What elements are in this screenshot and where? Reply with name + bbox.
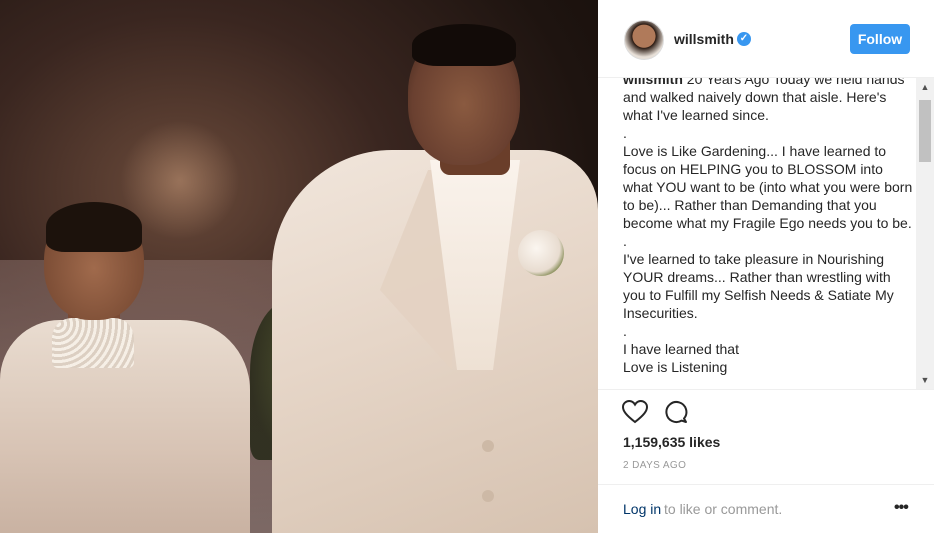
- jacket-button: [482, 490, 494, 502]
- pearl-collar: [52, 318, 134, 368]
- jacket-button: [482, 440, 494, 452]
- caption-line: I've learned to take pleasure in Nourish…: [623, 251, 894, 321]
- more-options-icon[interactable]: •••: [894, 499, 909, 517]
- post-timestamp[interactable]: 2 DAYS AGO: [623, 460, 686, 471]
- caption-line: Love is Listening: [623, 359, 728, 375]
- verified-badge-icon: ✓: [737, 32, 751, 46]
- login-link[interactable]: Log in: [623, 501, 661, 517]
- follow-button[interactable]: Follow: [850, 24, 910, 54]
- heart-icon[interactable]: [622, 400, 648, 424]
- bride-hair: [46, 202, 142, 252]
- username-link[interactable]: willsmith: [674, 31, 734, 47]
- caption-username[interactable]: willsmith: [623, 78, 683, 87]
- scroll-thumb[interactable]: [919, 100, 931, 162]
- caption-line: .: [623, 233, 627, 249]
- boutonniere-flower: [518, 230, 564, 276]
- caption-scrollbar[interactable]: ▲ ▼: [916, 78, 934, 389]
- post-header: willsmith ✓ Follow: [598, 0, 934, 78]
- login-prompt-text: to like or comment.: [664, 501, 783, 517]
- scroll-up-icon[interactable]: ▲: [916, 78, 934, 96]
- avatar[interactable]: [624, 20, 664, 60]
- groom-hair: [412, 24, 516, 66]
- comment-icon[interactable]: [664, 400, 688, 424]
- likes-count[interactable]: 1,159,635 likes: [623, 434, 720, 450]
- caption-scroll-area[interactable]: willsmith 20 Years Ago Today we held han…: [598, 78, 934, 389]
- caption-line: Love is Like Gardening... I have learned…: [623, 143, 913, 231]
- post-side-panel: willsmith ✓ Follow willsmith 20 Years Ag…: [598, 0, 934, 533]
- post-photo[interactable]: [0, 0, 598, 533]
- caption-line: I have learned that: [623, 341, 739, 357]
- caption-line: .: [623, 125, 627, 141]
- caption-text: willsmith 20 Years Ago Today we held han…: [623, 78, 913, 376]
- post-actions: 1,159,635 likes 2 DAYS AGO Log in to lik…: [598, 389, 934, 533]
- scroll-down-icon[interactable]: ▼: [916, 371, 934, 389]
- comment-footer: Log in to like or comment. •••: [598, 484, 934, 533]
- caption-line: .: [623, 323, 627, 339]
